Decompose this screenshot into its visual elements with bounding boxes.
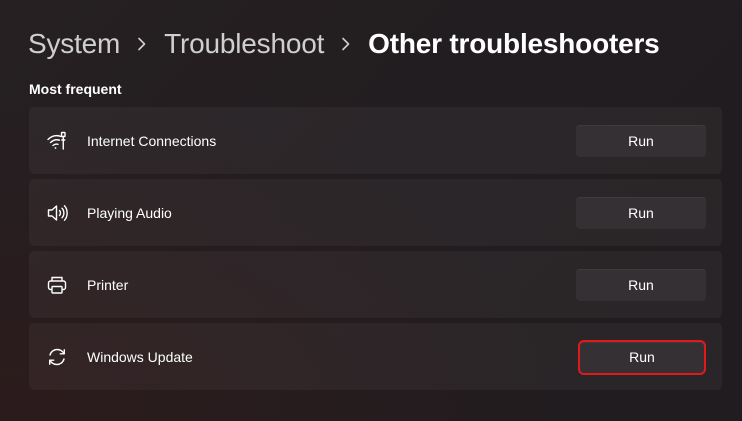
run-internet-connections-button[interactable]: Run [576,124,706,157]
section-title: Most frequent [29,81,122,97]
troubleshooter-playing-audio: Playing Audio Run [29,179,722,246]
troubleshooter-list: Internet Connections Run Playing Audio R… [29,107,722,395]
troubleshooter-label: Windows Update [87,348,193,365]
run-windows-update-button[interactable]: Run [578,339,706,375]
troubleshooter-label: Printer [87,276,129,293]
page-title: Other troubleshooters [368,28,660,59]
troubleshooter-printer: Printer Run [29,251,722,318]
run-playing-audio-button[interactable]: Run [576,196,706,229]
breadcrumb-system[interactable]: System [28,24,120,64]
chevron-right-icon [120,24,164,64]
sync-icon [46,346,68,368]
troubleshooter-label: Playing Audio [87,204,172,221]
chevron-right-icon [324,24,368,64]
breadcrumb-troubleshoot[interactable]: Troubleshoot [164,24,324,64]
breadcrumb: System Troubleshoot Other troubleshooter… [28,24,660,64]
troubleshooter-internet-connections: Internet Connections Run [29,107,722,174]
speaker-icon [46,202,68,224]
troubleshooter-windows-update: Windows Update Run [29,323,722,390]
troubleshooter-label: Internet Connections [87,132,217,149]
run-printer-button[interactable]: Run [576,268,706,301]
wifi-network-icon [46,130,68,152]
printer-icon [46,274,68,296]
